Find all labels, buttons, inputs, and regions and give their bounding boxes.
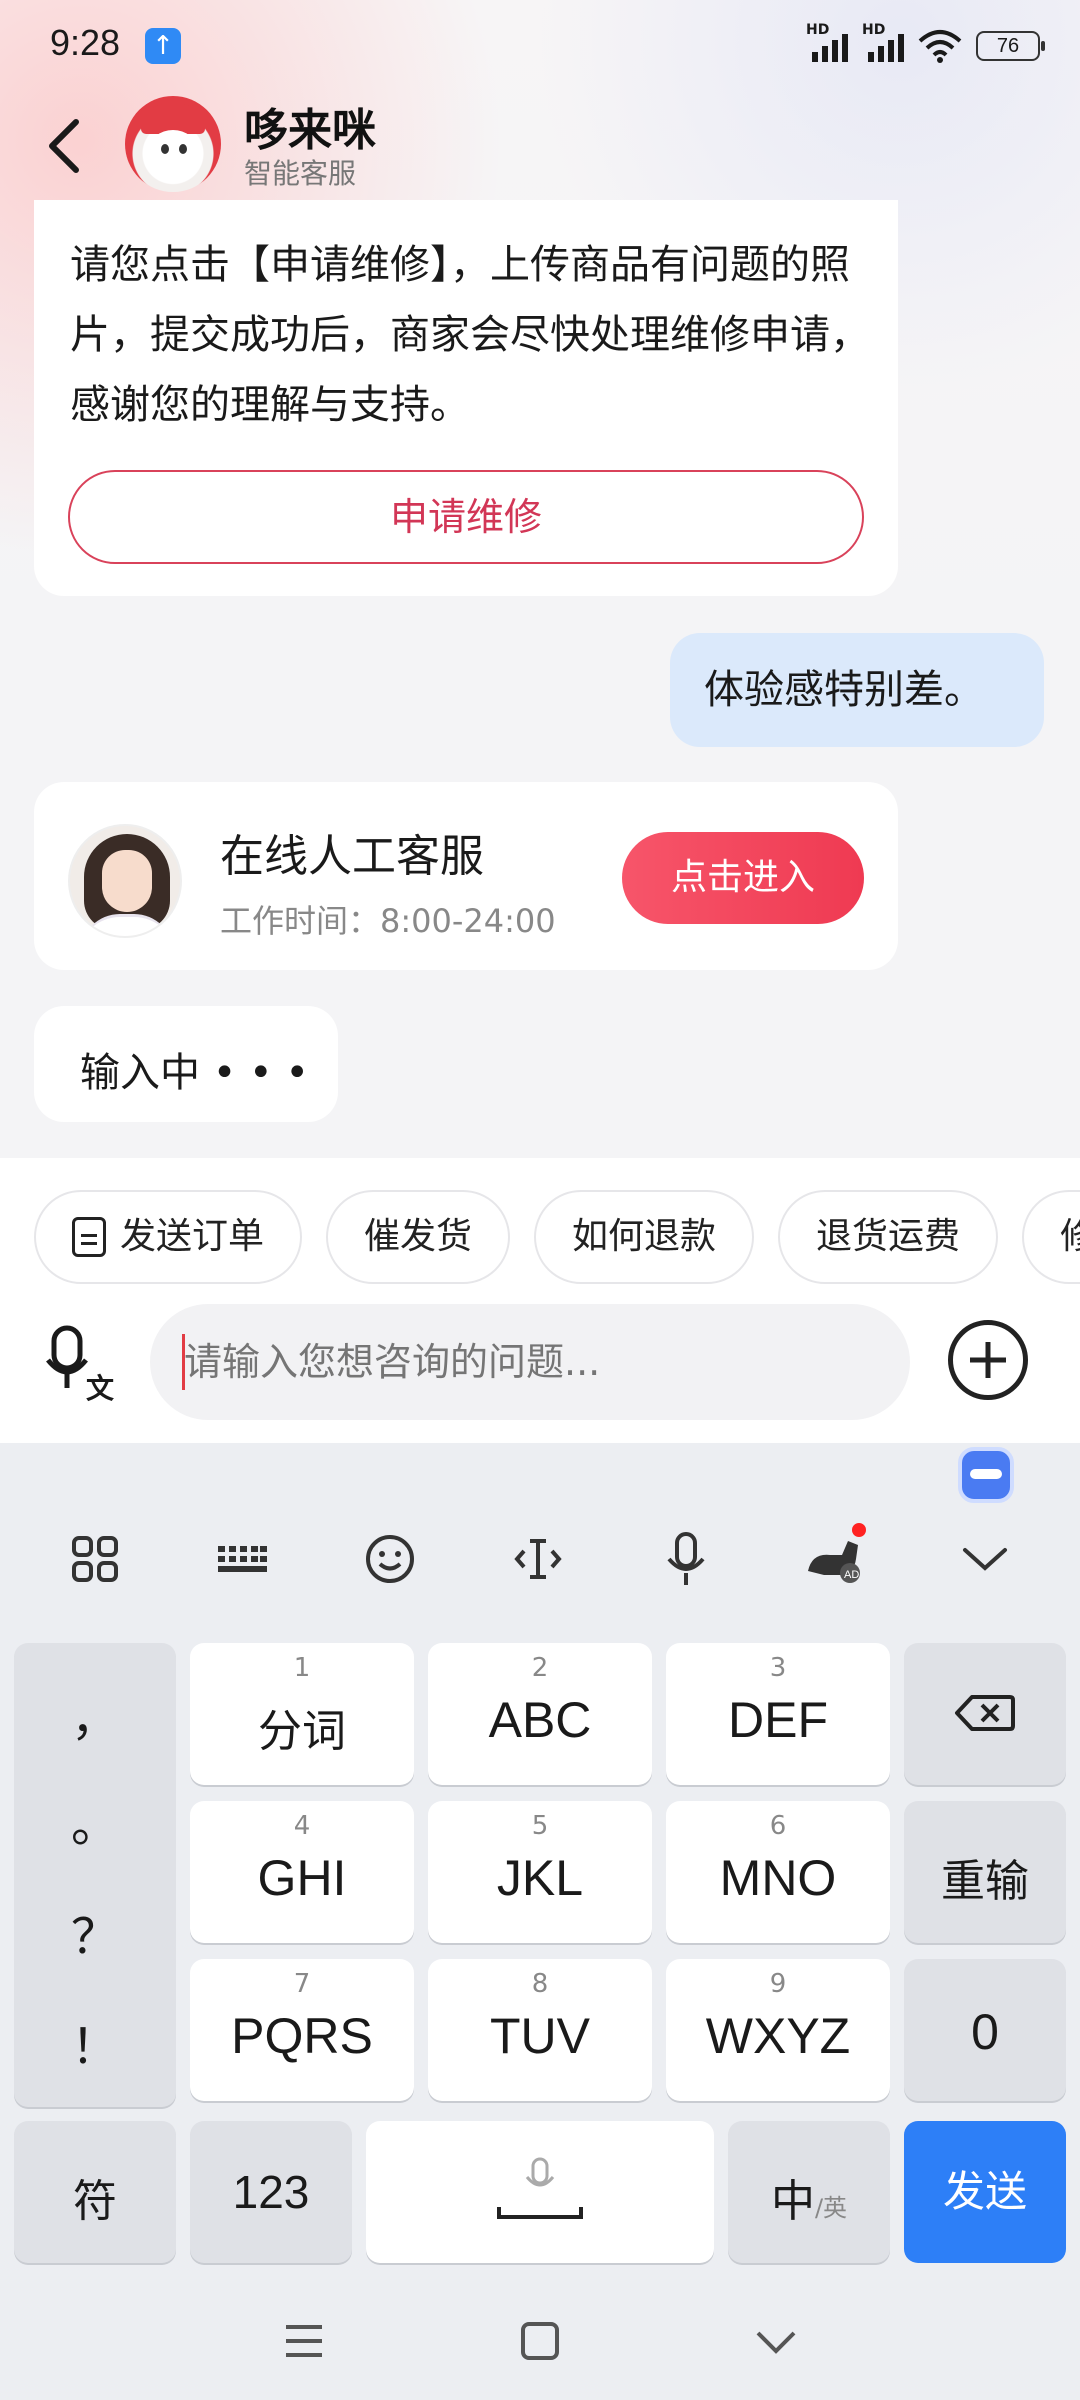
battery-icon: 76: [976, 31, 1045, 61]
document-icon: [72, 1217, 106, 1257]
how-to-refund-chip[interactable]: 如何退款: [534, 1190, 755, 1284]
enter-agent-button[interactable]: 点击进入: [622, 832, 864, 924]
keyboard-assistant-icon[interactable]: [958, 1447, 1014, 1503]
agent-hours: 工作时间：8:00-24:00: [220, 902, 556, 940]
key-7[interactable]: 7 PQRS: [190, 1959, 414, 2101]
chip-label: 退货运费: [816, 1216, 961, 1257]
backspace-key[interactable]: [904, 1643, 1066, 1785]
composer-area: 发送订单 催发货 如何退款 退货运费 修 文: [0, 1158, 1080, 1443]
chip-label: 如何退款: [572, 1216, 717, 1257]
space-mic-icon: [497, 2157, 583, 2219]
typing-indicator: 输入中 • • •: [34, 1006, 338, 1122]
keyboard-layout-icon[interactable]: [192, 1509, 292, 1609]
human-agent-card: 在线人工客服 工作时间：8:00-24:00 点击进入: [34, 782, 898, 970]
key-0[interactable]: 0: [904, 1959, 1066, 2101]
agent-name: 在线人工客服: [220, 831, 484, 882]
apply-repair-button[interactable]: 申请维修: [68, 470, 864, 564]
comma-key[interactable]: ，: [14, 1679, 176, 1749]
typing-text: 输入中 • • •: [80, 1050, 309, 1096]
urge-shipping-chip[interactable]: 催发货: [326, 1190, 511, 1284]
keyboard: AD ， 。 ？ ！ 1 分词 2 ABC 3 DEF 4 GHI 5 JKL 6 MNO …: [0, 1443, 1080, 2400]
key-6[interactable]: 6 MNO: [666, 1801, 890, 1943]
back-arrow-icon[interactable]: [42, 106, 92, 186]
emoji-icon[interactable]: [340, 1509, 440, 1609]
svg-text:AD: AD: [844, 1569, 859, 1581]
key-5[interactable]: 5 JKL: [428, 1801, 652, 1943]
signal-icon: HD: [862, 22, 904, 62]
chip-label: 修: [1060, 1216, 1080, 1257]
period-key[interactable]: 。: [14, 1785, 176, 1855]
menu-icon[interactable]: [274, 2311, 334, 2371]
cursor-move-icon[interactable]: [488, 1509, 588, 1609]
symbols-key[interactable]: 符: [14, 2121, 176, 2263]
notification-dot: [852, 1523, 866, 1537]
question-key[interactable]: ？: [14, 1897, 176, 1967]
chat-title: 哆来咪: [244, 105, 376, 156]
agent-avatar: [68, 824, 182, 938]
keyboard-toolbar: AD: [0, 1509, 1080, 1609]
key-2[interactable]: 2 ABC: [428, 1643, 652, 1785]
plus-icon[interactable]: [948, 1320, 1028, 1400]
grid-menu-icon[interactable]: [45, 1509, 145, 1609]
signal-icon: HD: [806, 22, 848, 62]
chip-label: 发送订单: [120, 1216, 265, 1257]
collapse-keyboard-icon[interactable]: [935, 1509, 1035, 1609]
home-icon[interactable]: [510, 2311, 570, 2371]
key-9[interactable]: 9 WXYZ: [666, 1959, 890, 2101]
numbers-key[interactable]: 123: [190, 2121, 352, 2263]
key-3[interactable]: 3 DEF: [666, 1643, 890, 1785]
send-order-chip[interactable]: 发送订单: [34, 1190, 303, 1284]
message-input[interactable]: [150, 1304, 910, 1420]
chat-header: 哆来咪 智能客服: [0, 90, 1080, 200]
navigation-bar: [0, 2287, 1080, 2400]
status-time: 9:28: [50, 22, 121, 63]
key-1[interactable]: 1 分词: [190, 1643, 414, 1785]
bot-avatar[interactable]: [125, 96, 221, 192]
exclamation-key[interactable]: ！: [14, 2007, 176, 2077]
punctuation-key-column[interactable]: ， 。 ？ ！: [14, 1643, 176, 2107]
language-toggle-key[interactable]: 中/英: [728, 2121, 890, 2263]
chip-label: 催发货: [364, 1216, 473, 1257]
upload-notification-icon: ↑: [145, 28, 181, 64]
back-down-icon[interactable]: [746, 2311, 806, 2371]
return-shipping-fee-chip[interactable]: 退货运费: [778, 1190, 999, 1284]
send-key[interactable]: 发送: [904, 2121, 1066, 2263]
key-8[interactable]: 8 TUV: [428, 1959, 652, 2101]
assistant-dog-icon[interactable]: AD: [784, 1509, 884, 1609]
text-caret: [182, 1334, 185, 1390]
chat-subtitle: 智能客服: [244, 157, 357, 190]
status-indicators: HD HD 76: [806, 22, 1045, 68]
space-key[interactable]: [366, 2121, 714, 2263]
status-bar: 9:28 ↑ HD HD 76: [0, 0, 1080, 90]
bot-message-text: 请您点击【申请维修】，上传商品有问题的照片，提交成功后，商家会尽快处理维修申请，…: [70, 242, 870, 428]
svg-text:文: 文: [86, 1372, 114, 1402]
bot-message: 请您点击【申请维修】，上传商品有问题的照片，提交成功后，商家会尽快处理维修申请，…: [34, 200, 898, 596]
key-4[interactable]: 4 GHI: [190, 1801, 414, 1943]
backspace-icon: [955, 1695, 1015, 1731]
microphone-icon[interactable]: [636, 1509, 736, 1609]
user-message: 体验感特别差。: [670, 633, 1044, 747]
repair-chip[interactable]: 修: [1022, 1190, 1080, 1284]
input-row: 文: [0, 1304, 1080, 1424]
wifi-icon: [918, 30, 962, 63]
retype-key[interactable]: 重输: [904, 1801, 1066, 1943]
voice-to-text-icon[interactable]: 文: [42, 1322, 122, 1402]
quick-action-chips: 发送订单 催发货 如何退款 退货运费 修: [34, 1190, 1080, 1284]
